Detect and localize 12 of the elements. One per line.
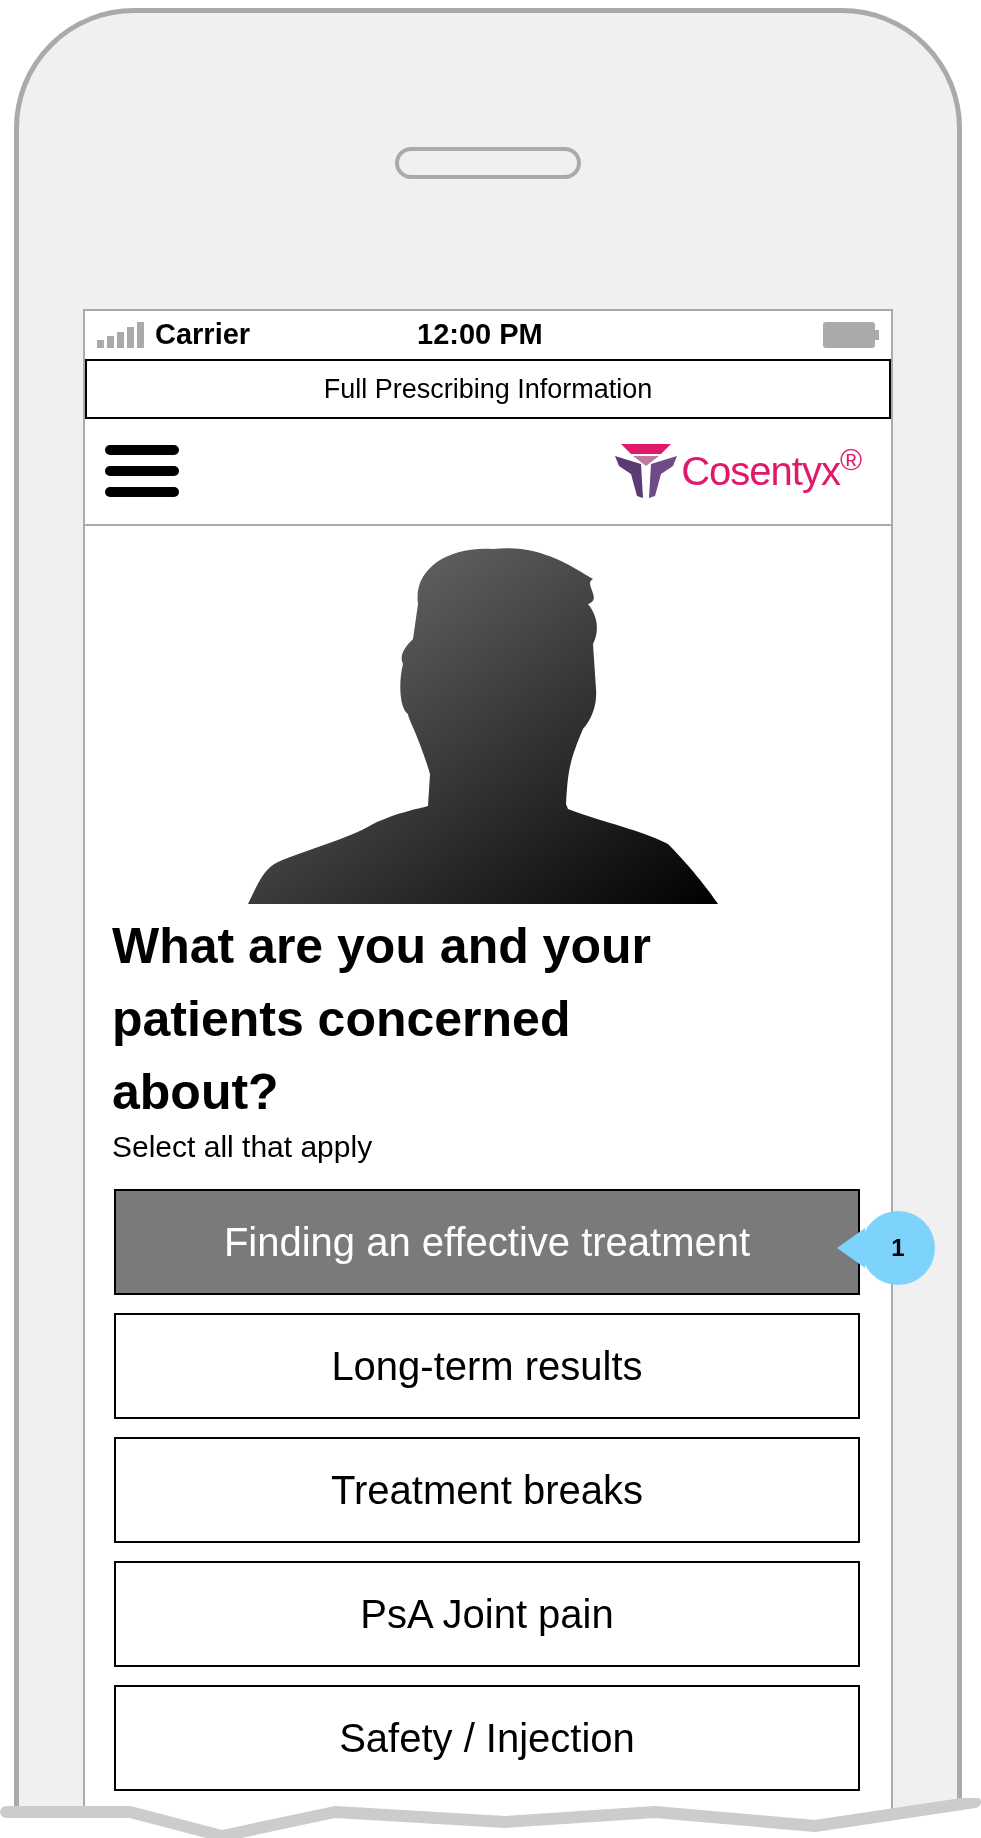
prescribing-info-link[interactable]: Full Prescribing Information bbox=[85, 358, 891, 419]
option-button[interactable]: Safety / Injection bbox=[114, 1684, 860, 1791]
option-button[interactable]: Long-term results bbox=[114, 1312, 860, 1419]
option-button[interactable]: Finding an effective treatment bbox=[114, 1188, 860, 1295]
instruction-text: Select all that apply bbox=[112, 1128, 374, 1165]
annotation-callout: 1 bbox=[837, 1210, 935, 1285]
option-button[interactable]: Treatment breaks bbox=[114, 1436, 860, 1543]
page-heading: What are you and your patients concerned about? bbox=[112, 916, 652, 1122]
brand-name: Cosentyx$^{®}$ bbox=[681, 442, 861, 496]
option-button[interactable]: PsA Joint pain bbox=[114, 1560, 860, 1667]
status-time: 12:00 PM bbox=[417, 317, 543, 353]
carrier-label: Carrier bbox=[155, 317, 251, 353]
